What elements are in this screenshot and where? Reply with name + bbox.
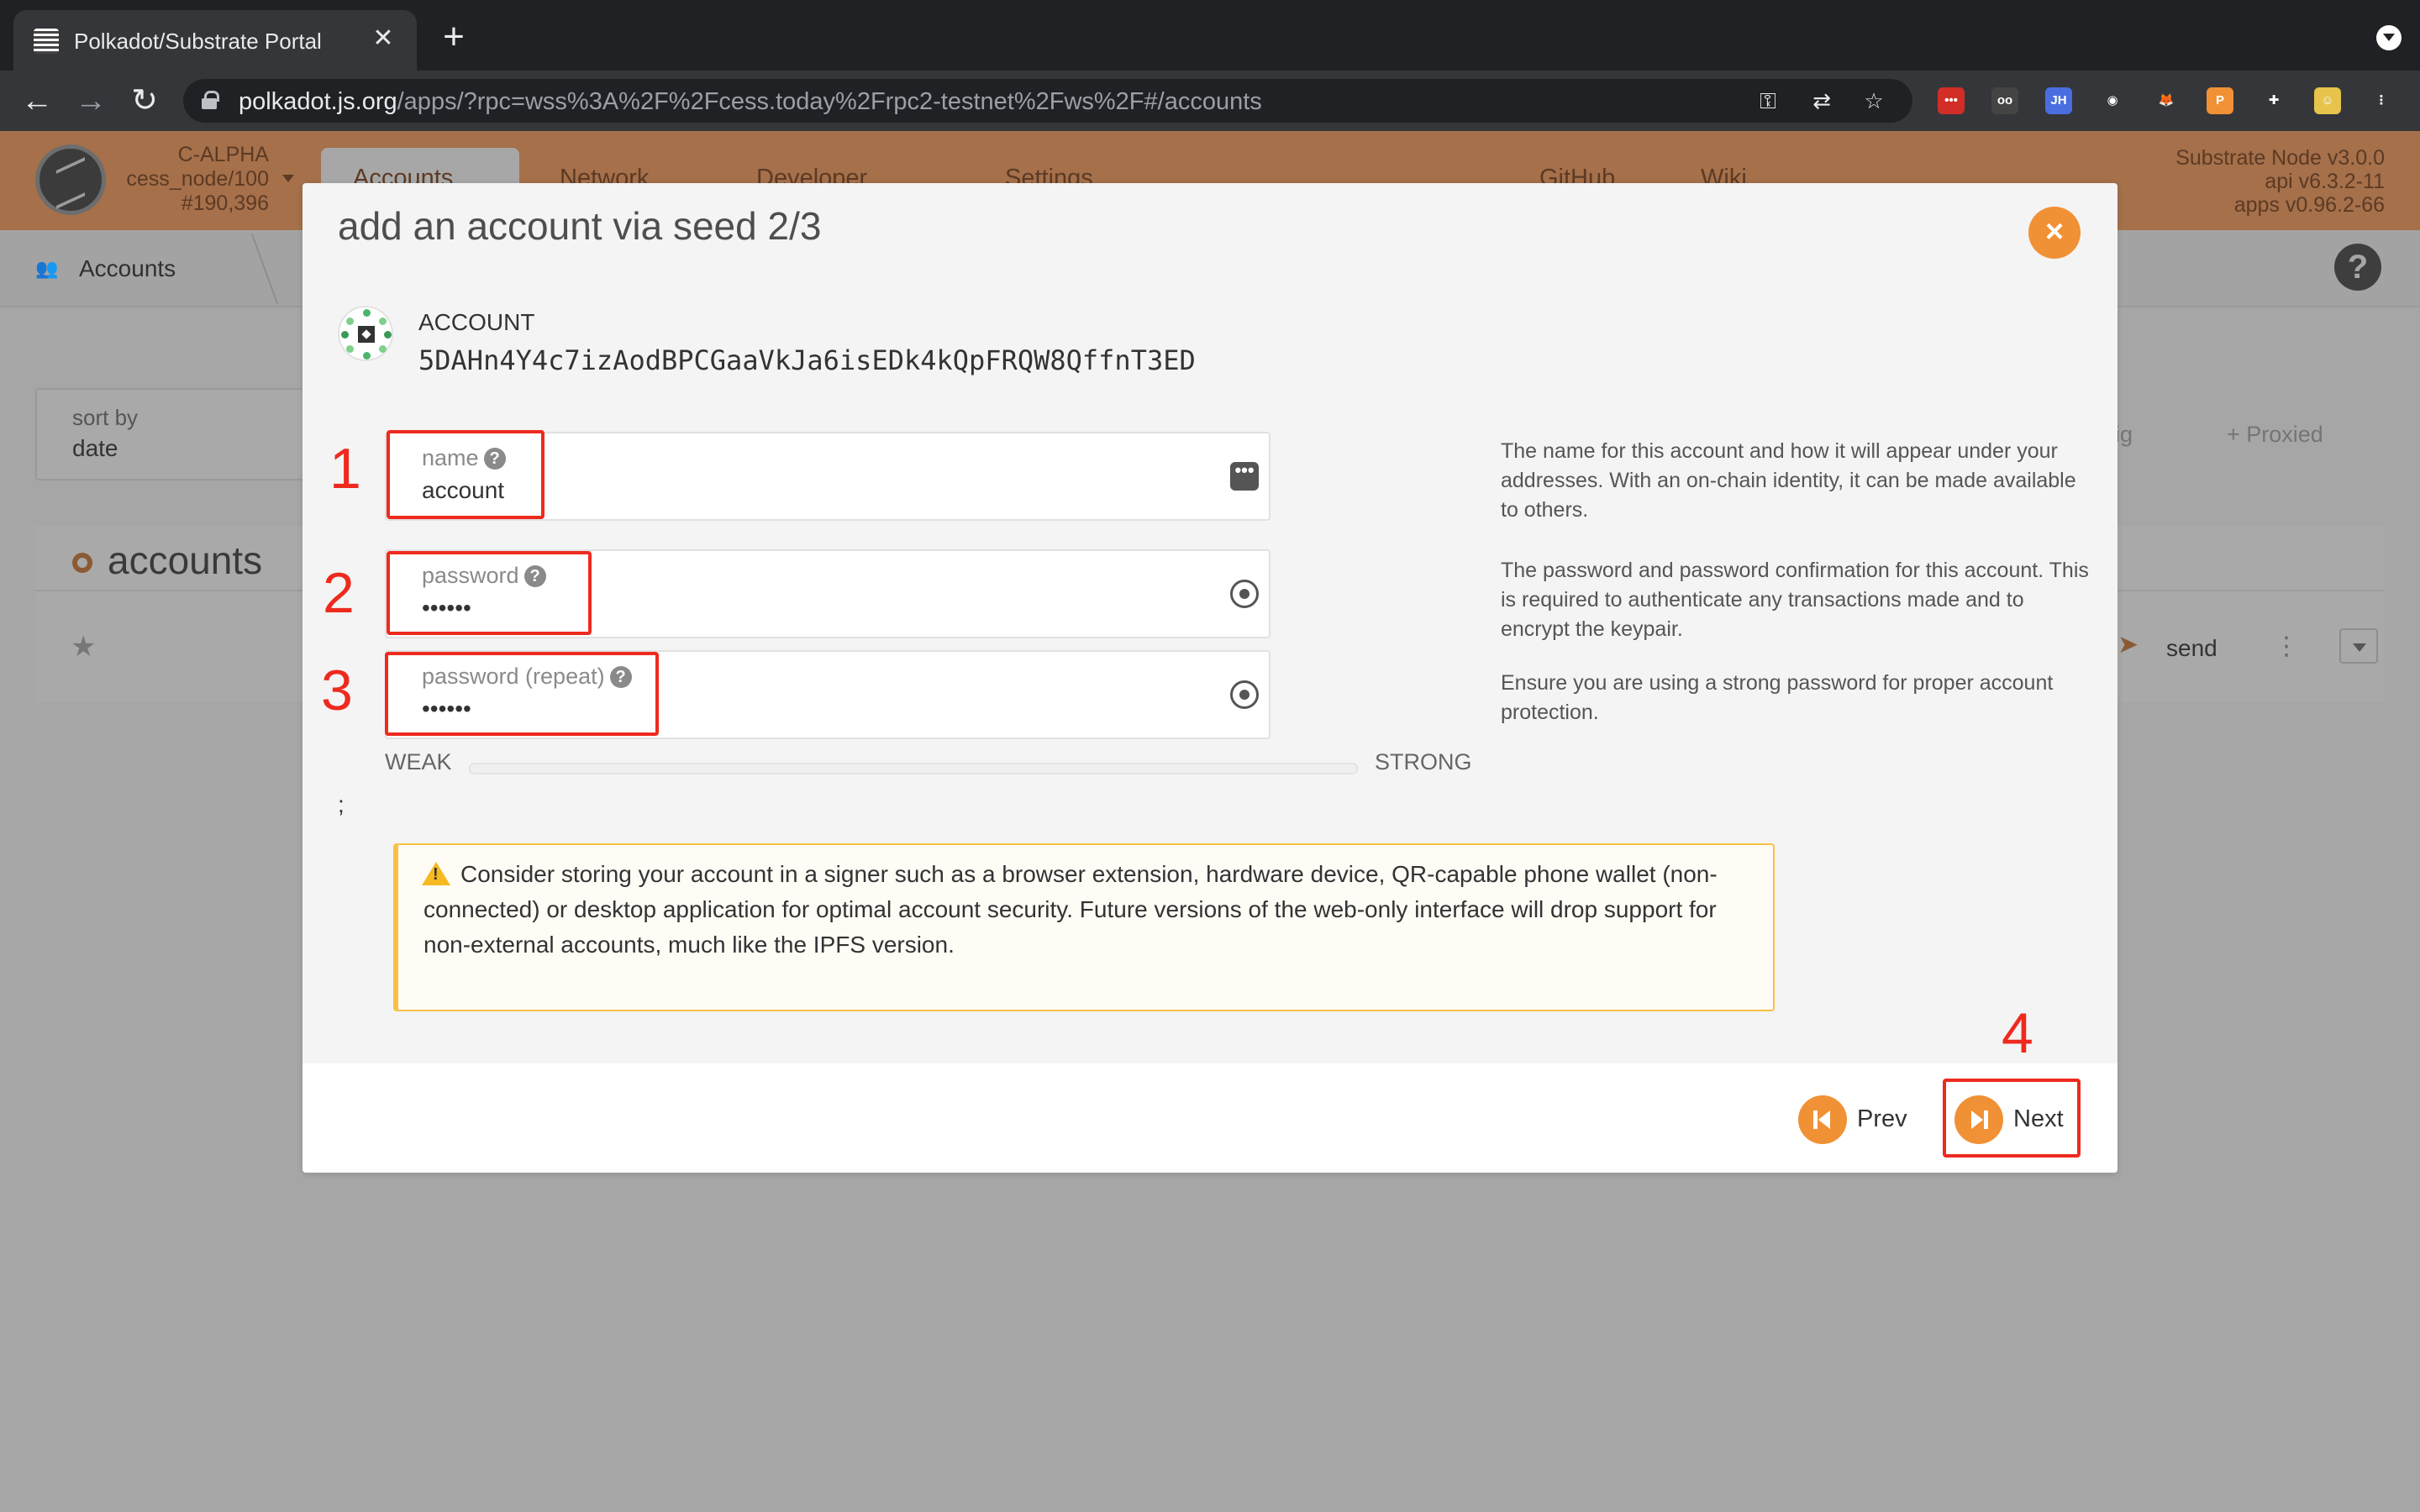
- password-help-text: The password and password confirmation f…: [1501, 559, 2089, 641]
- reload-button[interactable]: ↻: [126, 82, 163, 119]
- warning-text: Consider storing your account in a signe…: [424, 861, 1718, 958]
- bookmark-star-icon[interactable]: ☆: [1860, 87, 1887, 114]
- annotation-number-2: 2: [323, 561, 355, 625]
- translate-icon[interactable]: ⇄: [1808, 87, 1835, 114]
- strength-help-text: Ensure you are using a strong password f…: [1501, 671, 2054, 724]
- api-version: api v6.3.2-11: [2265, 170, 2385, 193]
- tab-close-icon[interactable]: ✕: [368, 24, 398, 54]
- show-password-repeat-icon[interactable]: [1230, 680, 1259, 709]
- browser-tab[interactable]: Polkadot/Substrate Portal ✕: [13, 10, 417, 71]
- puzzle-icon[interactable]: ✚: [2260, 87, 2287, 114]
- sort-value: date: [72, 435, 118, 461]
- signer-warning: Consider storing your account in a signe…: [393, 843, 1775, 1011]
- prev-button[interactable]: Prev: [1798, 1095, 1933, 1144]
- tab-search-icon[interactable]: [2376, 25, 2402, 50]
- modal-footer: Prev Next: [302, 1063, 2118, 1173]
- skip-back-icon: [1798, 1095, 1847, 1144]
- show-password-icon[interactable]: [1230, 580, 1259, 608]
- forward-button[interactable]: →: [72, 82, 109, 119]
- metamask-icon[interactable]: 🦊: [2153, 87, 2180, 114]
- account-identicon-icon: [338, 306, 393, 361]
- proxied-button[interactable]: + Proxied: [2227, 422, 2323, 448]
- sort-label: sort by: [72, 405, 139, 430]
- key-icon[interactable]: ⚿: [1754, 87, 1781, 114]
- node-info: Substrate Node v3.0.0 api v6.3.2-11 apps…: [2175, 146, 2385, 217]
- tab-title: Polkadot/Substrate Portal: [74, 29, 322, 54]
- help-icon[interactable]: ?: [2334, 244, 2381, 291]
- block-number: #190,396: [181, 192, 269, 215]
- modal-title: add an account via seed 2/3: [338, 204, 822, 248]
- annotation-box-password: [387, 551, 592, 635]
- account-label: ACCOUNT: [418, 309, 535, 335]
- kebab-menu-icon[interactable]: ⋮: [2368, 87, 2395, 114]
- annotation-box-password-repeat: [385, 652, 659, 736]
- row-menu-icon[interactable]: ⋮: [2274, 632, 2299, 661]
- url-text[interactable]: polkadot.js.org/apps/?rpc=wss%3A%2F%2Fce…: [239, 88, 1262, 116]
- password-manager-icon[interactable]: •••: [1230, 461, 1259, 491]
- accounts-dot-icon: [72, 553, 92, 573]
- apps-version: apps v0.96.2-66: [2233, 193, 2385, 217]
- close-button[interactable]: ×: [2028, 207, 2081, 259]
- subnav-accounts[interactable]: Accounts: [79, 255, 176, 282]
- back-button[interactable]: ←: [18, 82, 55, 119]
- name-help-text: The name for this account and how it wil…: [1501, 439, 2076, 522]
- annotation-number-3: 3: [321, 659, 353, 722]
- annotation-box-name: [387, 430, 544, 519]
- annotation-number-1: 1: [329, 437, 361, 501]
- weak-label: WEAK: [385, 749, 452, 774]
- browser-tab-strip: Polkadot/Substrate Portal ✕ +: [0, 0, 2420, 71]
- favorite-star-icon[interactable]: ★: [71, 630, 96, 664]
- polkadot-ext-icon[interactable]: P: [2207, 87, 2233, 114]
- annotation-box-next: [1943, 1079, 2081, 1158]
- color-wheel-icon[interactable]: ◉: [2099, 87, 2126, 114]
- node-version: Substrate Node v3.0.0: [2175, 146, 2385, 170]
- node-name: cess_node/100: [126, 167, 269, 191]
- stray-text: ;: [338, 791, 345, 817]
- send-paper-plane-icon[interactable]: ➤: [2118, 630, 2139, 659]
- sort-dropdown[interactable]: sort by date: [35, 388, 321, 480]
- new-tab-button[interactable]: +: [437, 18, 471, 55]
- address-bar[interactable]: polkadot.js.org/apps/?rpc=wss%3A%2F%2Fce…: [183, 79, 1912, 123]
- chevron-down-icon[interactable]: [282, 175, 294, 182]
- breadcrumb-separator: [227, 234, 279, 304]
- profile-avatar-icon[interactable]: ☺: [2314, 87, 2341, 114]
- prev-label: Prev: [1857, 1105, 1907, 1132]
- polkadot-favicon-icon: [34, 29, 59, 54]
- jh-icon[interactable]: JH: [2045, 87, 2072, 114]
- lock-icon[interactable]: [202, 91, 219, 109]
- password-strength-bar: [469, 763, 1358, 774]
- row-expand-button[interactable]: [2339, 628, 2378, 664]
- lastpass-icon[interactable]: •••: [1938, 87, 1965, 114]
- users-icon: 👥: [35, 258, 59, 279]
- glasses-icon[interactable]: oo: [1991, 87, 2018, 114]
- account-address: 5DAHn4Y4c7izAodBPCGaaVkJa6isEDk4kQpFRQW8…: [418, 344, 1196, 376]
- chain-name: C-ALPHA: [177, 143, 269, 166]
- strong-label: STRONG: [1375, 749, 1472, 774]
- chain-selector[interactable]: C-ALPHA cess_node/100 #190,396: [109, 143, 269, 216]
- annotation-number-4: 4: [2002, 1001, 2033, 1065]
- accounts-title: accounts: [108, 538, 263, 582]
- chain-logo-icon[interactable]: [35, 144, 106, 215]
- browser-toolbar: ← → ↻ polkadot.js.org/apps/?rpc=wss%3A%2…: [0, 71, 2420, 131]
- send-button[interactable]: send: [2166, 635, 2217, 662]
